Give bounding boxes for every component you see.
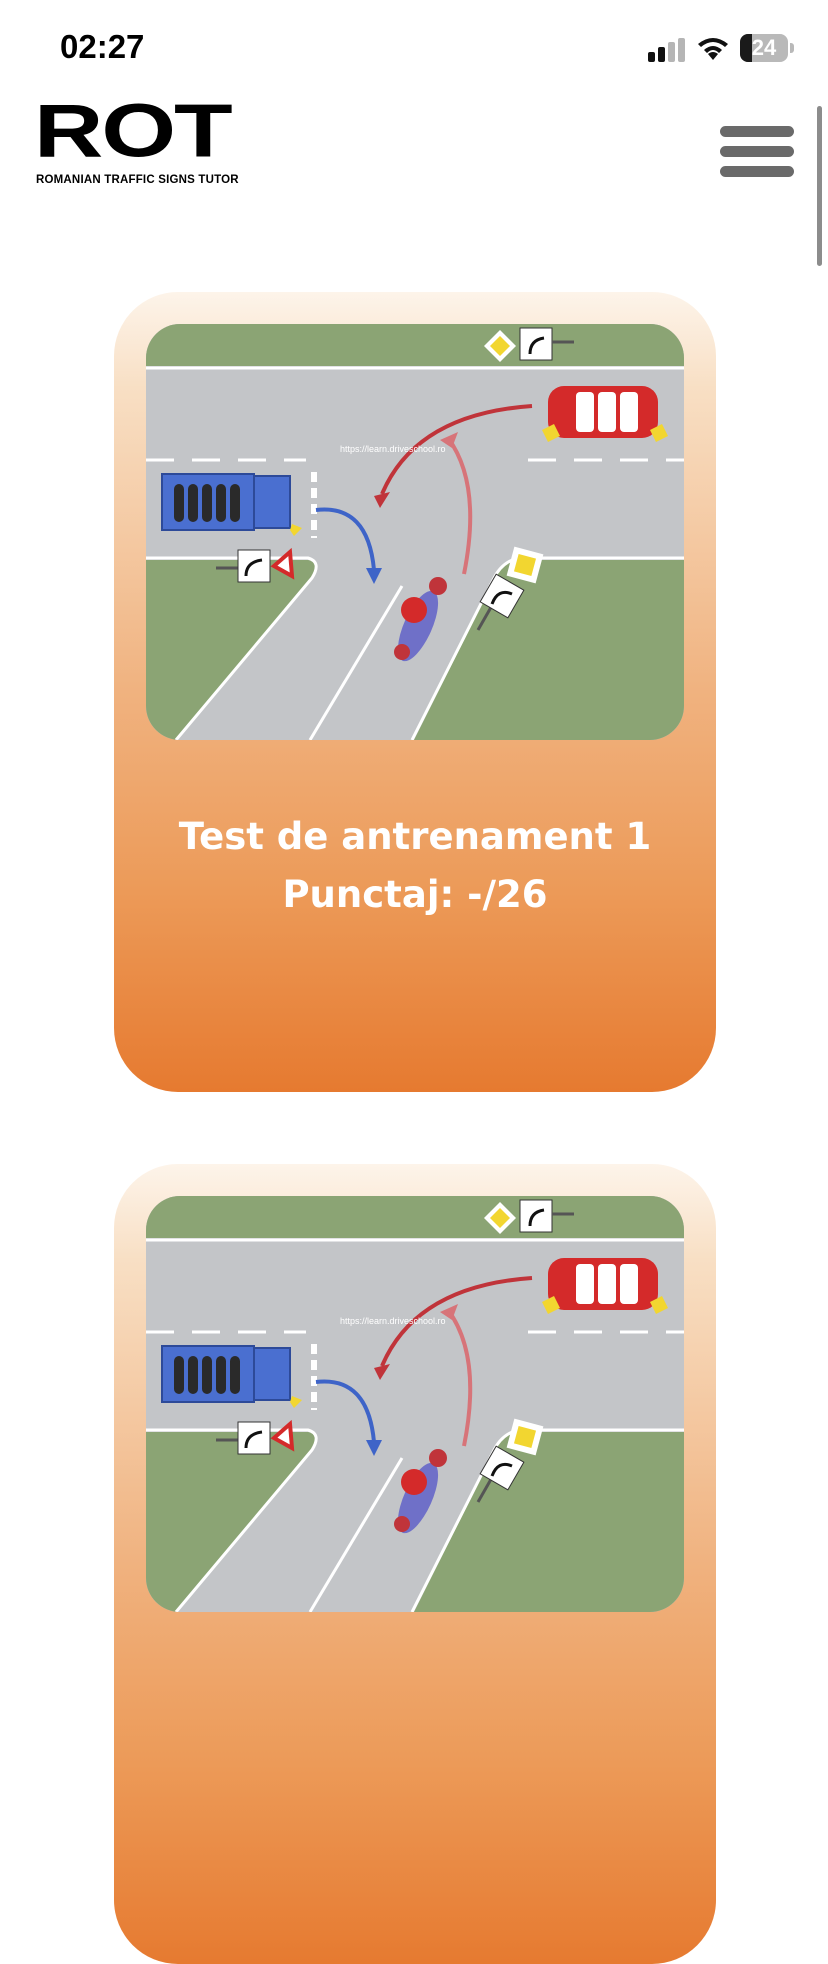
image-watermark: https://learn.driveschool.ro bbox=[340, 1316, 446, 1326]
test-card-title: Test de antrenament 1 bbox=[178, 815, 652, 858]
status-bar: 02:27 24 bbox=[0, 0, 828, 100]
test-card-image: https://learn.driveschool.ro bbox=[146, 324, 684, 740]
test-card-caption: Test de antrenament 1 Punctaj: -/26 bbox=[114, 808, 716, 924]
logo[interactable]: ROT bbox=[34, 94, 233, 169]
intersection-scene-image: https://learn.driveschool.ro bbox=[146, 1196, 684, 1612]
test-card-2[interactable]: https://learn.driveschool.ro bbox=[114, 1164, 716, 1964]
battery-tip bbox=[790, 43, 794, 53]
wifi-icon bbox=[698, 38, 728, 60]
intersection-scene-image: https://learn.driveschool.ro bbox=[146, 324, 684, 740]
battery-icon: 24 bbox=[740, 34, 788, 62]
signal-icon bbox=[648, 38, 685, 62]
hamburger-menu-icon[interactable] bbox=[720, 122, 796, 184]
test-card-image: https://learn.driveschool.ro bbox=[146, 1196, 684, 1612]
scrollbar[interactable] bbox=[817, 106, 822, 266]
battery-level-text: 24 bbox=[751, 35, 777, 60]
status-icons: 24 bbox=[648, 34, 798, 66]
status-time: 02:27 bbox=[60, 28, 145, 65]
test-card-score: Punctaj: -/26 bbox=[282, 873, 548, 916]
test-card-1[interactable]: https://learn.driveschool.ro Test de ant… bbox=[114, 292, 716, 1092]
logo-subtitle: ROMANIAN TRAFFIC SIGNS TUTOR bbox=[36, 174, 239, 186]
image-watermark: https://learn.driveschool.ro bbox=[340, 444, 446, 454]
